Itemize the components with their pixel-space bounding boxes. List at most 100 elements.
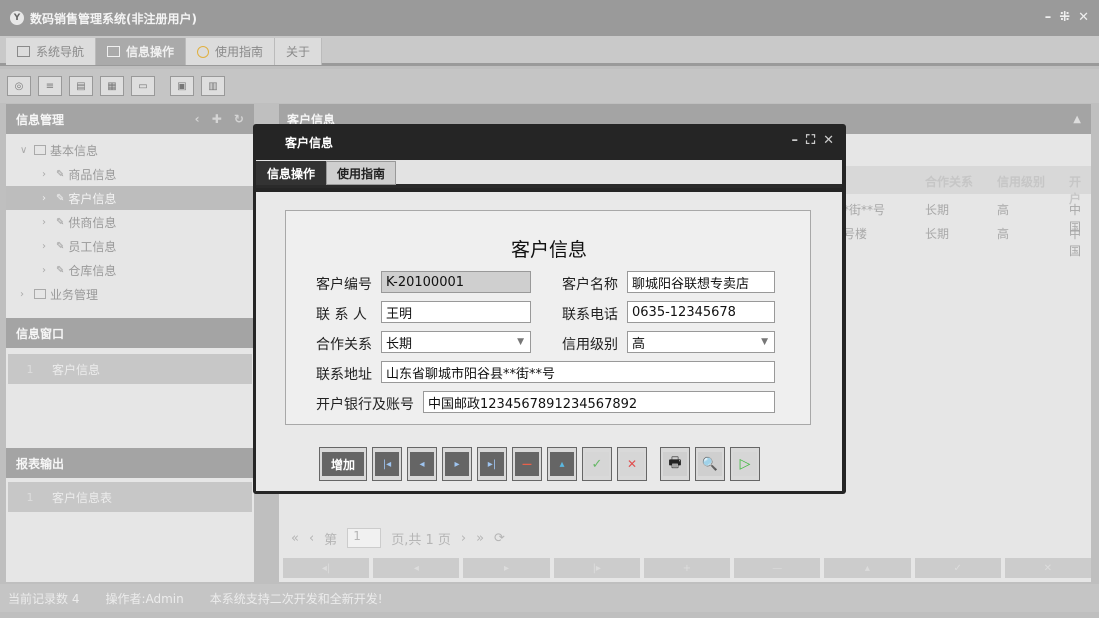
- up-button[interactable]: ▴: [547, 447, 577, 481]
- column-header[interactable]: 信用级别: [997, 173, 1045, 190]
- nav-tree: ∨ 基本信息 › ✎ 商品信息 › ✎ 客户信息 › ✎ 供商信息 › ✎ 员工…: [6, 134, 254, 318]
- minimize-icon[interactable]: –: [791, 133, 798, 148]
- tools-icon: ✎: [56, 168, 65, 180]
- chevron-down-icon: ▼: [517, 337, 524, 347]
- strip-delete-button[interactable]: —: [734, 558, 821, 578]
- page-input[interactable]: 1: [347, 528, 382, 548]
- restore-icon[interactable]: ⁜: [1059, 10, 1070, 25]
- chevron-down-icon: ▼: [761, 337, 768, 347]
- customer-name-label: 客户名称: [562, 277, 618, 293]
- strip-last-button[interactable]: |▸: [553, 558, 640, 578]
- tree-node-product-info[interactable]: › ✎ 商品信息: [6, 162, 254, 186]
- info-window-list: 1 客户信息: [6, 348, 254, 448]
- bank-field[interactable]: 中国邮政1234567891234567892: [423, 391, 775, 413]
- tab-info-ops[interactable]: 信息操作: [256, 161, 327, 185]
- strip-up-button[interactable]: ▴: [824, 558, 911, 578]
- list-button[interactable]: ≡: [38, 76, 62, 96]
- tree-node-customer-info[interactable]: › ✎ 客户信息: [6, 186, 254, 210]
- tree-label: 供商信息: [68, 215, 117, 230]
- dialog-titlebar[interactable]: 客户信息 – ⛶ ✕: [253, 124, 846, 160]
- tree-label: 仓库信息: [68, 263, 117, 278]
- card-button[interactable]: ▤: [69, 76, 93, 96]
- check-icon: ✓: [585, 452, 609, 476]
- tree-label: 员工信息: [68, 239, 117, 254]
- tab-about[interactable]: 关于: [275, 38, 323, 65]
- cell-relation: 长期: [925, 227, 950, 241]
- refresh-icon[interactable]: ⟳: [494, 531, 505, 546]
- list-item[interactable]: 1 客户信息: [8, 354, 252, 384]
- prev-page-button[interactable]: ‹: [309, 531, 314, 546]
- cell-relation: 长期: [925, 203, 950, 217]
- print-button[interactable]: ▥: [201, 76, 225, 96]
- tab-user-guide[interactable]: 使用指南: [186, 38, 276, 65]
- tab-user-guide[interactable]: 使用指南: [326, 161, 397, 185]
- strip-first-button[interactable]: ◂|: [283, 558, 370, 578]
- first-page-button[interactable]: «: [291, 531, 299, 546]
- next-page-button[interactable]: ›: [461, 531, 466, 546]
- column-header[interactable]: 合作关系: [925, 173, 973, 190]
- record-count: 当前记录数 4: [8, 591, 80, 606]
- cell-credit: 高: [997, 203, 1010, 217]
- relation-label: 合作关系: [316, 337, 372, 353]
- close-icon[interactable]: ✕: [1078, 10, 1089, 25]
- tree-label: 基本信息: [50, 143, 99, 158]
- minimize-icon[interactable]: –: [1045, 10, 1052, 25]
- pager: « ‹ 第 1 页,共 1 页 › » ⟳: [279, 520, 1091, 556]
- prev-record-button[interactable]: ◂: [407, 447, 437, 481]
- operator: 操作者:Admin: [105, 591, 184, 606]
- confirm-button[interactable]: ✓: [582, 447, 612, 481]
- run-button[interactable]: ▷: [730, 447, 760, 481]
- strip-confirm-button[interactable]: ✓: [914, 558, 1001, 578]
- collapse-icon[interactable]: ▲: [1073, 114, 1081, 125]
- last-page-button[interactable]: »: [476, 531, 484, 546]
- preview-button[interactable]: 🔍: [695, 447, 725, 481]
- maximize-icon[interactable]: ⛶: [806, 133, 815, 148]
- printer-icon: 🖶: [663, 452, 687, 476]
- credit-select[interactable]: 高 ▼: [627, 331, 775, 353]
- last-record-button[interactable]: ▸|: [477, 447, 507, 481]
- contact-label: 联 系 人: [316, 307, 367, 323]
- panel-tools[interactable]: ‹ ✚ ↻: [195, 112, 248, 126]
- address-label: 联系地址: [316, 367, 372, 383]
- panel-title: 信息窗口: [16, 326, 65, 341]
- strip-add-button[interactable]: +: [643, 558, 731, 578]
- relation-select[interactable]: 长期 ▼: [381, 331, 531, 353]
- add-button-label: 增加: [322, 452, 364, 476]
- customer-no-label: 客户编号: [316, 277, 372, 293]
- strip-prev-button[interactable]: ◂: [373, 558, 460, 578]
- top-nav: 系统导航 信息操作 使用指南 关于: [0, 36, 1099, 66]
- user-card-button[interactable]: ▦: [100, 76, 124, 96]
- tab-info-ops[interactable]: 信息操作: [96, 38, 187, 65]
- tab-system-nav[interactable]: 系统导航: [6, 38, 97, 65]
- strip-cancel-button[interactable]: ✕: [1004, 558, 1091, 578]
- tree-node-warehouse-info[interactable]: › ✎ 仓库信息: [6, 258, 254, 282]
- add-button[interactable]: 增加: [319, 447, 367, 481]
- tree-node-supplier-info[interactable]: › ✎ 供商信息: [6, 210, 254, 234]
- contact-field[interactable]: 王明: [381, 301, 531, 323]
- close-icon[interactable]: ✕: [823, 133, 834, 148]
- print-icon: ▥: [208, 80, 218, 92]
- tree-node-employee-info[interactable]: › ✎ 员工信息: [6, 234, 254, 258]
- list-item[interactable]: 1 客户信息表: [8, 482, 252, 512]
- print-button[interactable]: 🖶: [660, 447, 690, 481]
- folder-icon: [34, 289, 46, 299]
- next-record-button[interactable]: ▸: [442, 447, 472, 481]
- customer-name-field[interactable]: 聊城阳谷联想专卖店: [627, 271, 775, 293]
- monitor-icon: [17, 46, 30, 57]
- export-button[interactable]: ▣: [170, 76, 194, 96]
- address-field[interactable]: 山东省聊城市阳谷县**街**号: [381, 361, 775, 383]
- window-button[interactable]: ▭: [131, 76, 155, 96]
- tree-node-basic-info[interactable]: ∨ 基本信息: [6, 138, 254, 162]
- cancel-button[interactable]: ✕: [617, 447, 647, 481]
- customer-no-field[interactable]: K-20100001: [381, 271, 531, 293]
- delete-button[interactable]: —: [512, 447, 542, 481]
- first-record-button[interactable]: |◂: [372, 447, 402, 481]
- strip-next-button[interactable]: ▸: [463, 558, 550, 578]
- search-icon: ◎: [14, 80, 24, 92]
- tree-label: 客户信息: [68, 191, 117, 206]
- search-button[interactable]: ◎: [7, 76, 31, 96]
- tree-node-business-mgmt[interactable]: › 业务管理: [6, 282, 254, 306]
- report-header: 报表输出: [6, 448, 254, 478]
- phone-field[interactable]: 0635-12345678: [627, 301, 775, 323]
- info-mgmt-header: 信息管理 ‹ ✚ ↻: [6, 104, 254, 134]
